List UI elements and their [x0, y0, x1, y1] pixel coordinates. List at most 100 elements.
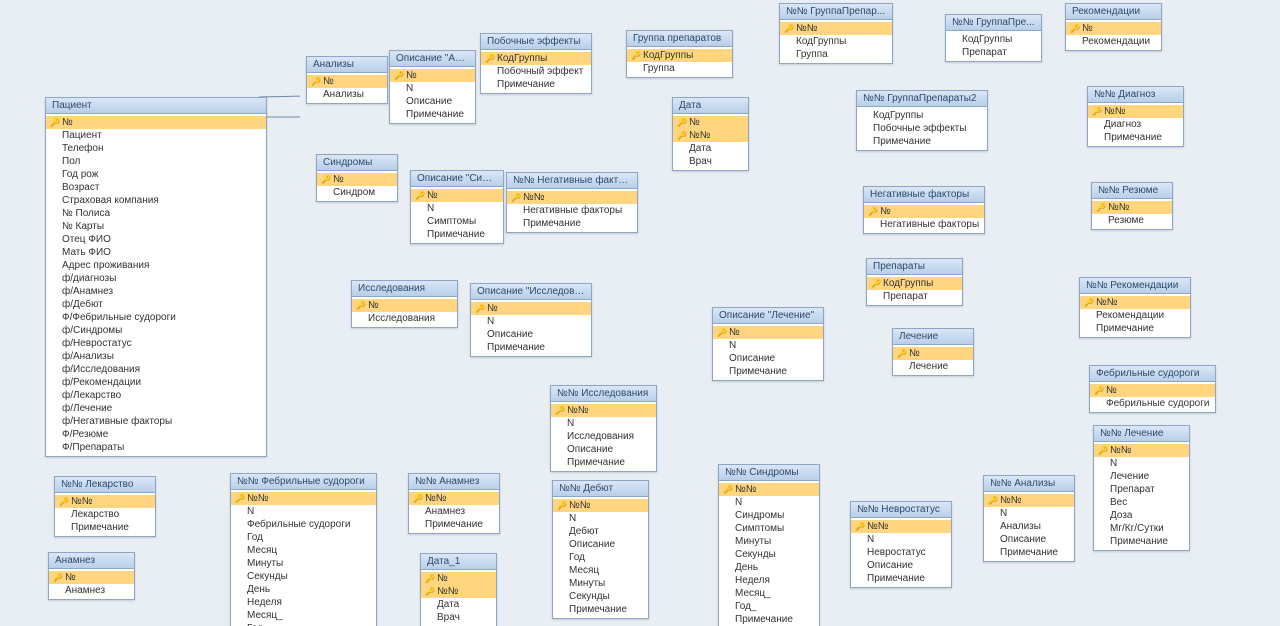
table-field[interactable]: Возраст — [46, 181, 266, 194]
table-field[interactable]: Адрес проживания — [46, 259, 266, 272]
table-desc_treatment[interactable]: Описание "Лечение"🔑№NОписаниеПримечание — [712, 307, 824, 381]
table-header[interactable]: №№ Лекарство — [55, 477, 155, 493]
table-field[interactable]: 🔑КодГруппы — [867, 277, 962, 290]
table-field[interactable]: Год — [553, 551, 648, 564]
table-field[interactable]: День — [719, 561, 819, 574]
table-field[interactable]: Месяц — [553, 564, 648, 577]
table-field[interactable]: Отец ФИО — [46, 233, 266, 246]
table-nn_resume[interactable]: №№ Резюме🔑№№Резюме — [1091, 182, 1173, 230]
table-side_effects[interactable]: Побочные эффекты🔑КодГруппыПобочный эффек… — [480, 33, 592, 94]
table-field[interactable]: 🔑№ — [390, 69, 475, 82]
table-field[interactable]: 🔑№ — [411, 189, 503, 202]
table-field[interactable]: 🔑№№ — [1088, 105, 1183, 118]
table-field[interactable]: Побочные эффекты — [857, 122, 987, 135]
table-field[interactable]: 🔑№№ — [719, 483, 819, 496]
table-treatment[interactable]: Лечение🔑№Лечение — [892, 328, 974, 376]
table-desc_research[interactable]: Описание "Исследова...🔑№NОписаниеПримеча… — [470, 283, 592, 357]
table-field[interactable]: 🔑№№ — [1080, 296, 1190, 309]
table-field[interactable]: 🔑№ — [46, 116, 266, 129]
table-field[interactable]: Ф/Препараты — [46, 441, 266, 454]
table-header[interactable]: №№ ГруппаПрепараты2 — [857, 91, 987, 107]
table-field[interactable]: Анализы — [984, 520, 1074, 533]
table-header[interactable]: Описание "Анал... — [390, 51, 475, 67]
table-field[interactable]: Примечание — [851, 572, 951, 585]
table-field[interactable]: Врач — [421, 611, 496, 624]
table-field[interactable]: Примечание — [471, 341, 591, 354]
table-field[interactable]: ф/Анамнез — [46, 285, 266, 298]
table-nn_recommend[interactable]: №№ Рекомендации🔑№№РекомендацииПримечание — [1079, 277, 1191, 338]
table-header[interactable]: Препараты — [867, 259, 962, 275]
table-field[interactable]: № Полиса — [46, 207, 266, 220]
table-header[interactable]: №№ Анализы — [984, 476, 1074, 492]
table-nn_diagnosis[interactable]: №№ Диагноз🔑№№ДиагнозПримечание — [1087, 86, 1184, 147]
table-header[interactable]: Группа препаратов — [627, 31, 732, 47]
table-field[interactable]: N — [984, 507, 1074, 520]
table-nn_febrile[interactable]: №№ Фебрильные судороги🔑№№NФебрильные суд… — [230, 473, 377, 626]
table-field[interactable]: N — [553, 512, 648, 525]
table-header[interactable]: Описание "Синд... — [411, 171, 503, 187]
table-field[interactable]: 🔑№№ — [780, 22, 892, 35]
table-field[interactable]: День — [231, 583, 376, 596]
table-field[interactable]: Секунды — [719, 548, 819, 561]
table-field[interactable]: Примечание — [1080, 322, 1190, 335]
table-field[interactable]: Пациент — [46, 129, 266, 142]
table-field[interactable]: Анамнез — [409, 505, 499, 518]
table-field[interactable]: Примечание — [984, 546, 1074, 559]
table-field[interactable]: Дебют — [553, 525, 648, 538]
table-field[interactable]: Примечание — [481, 78, 591, 91]
table-analyzes[interactable]: Анализы🔑№Анализы — [306, 56, 388, 104]
table-anamnez[interactable]: Анамнез🔑№Анамнез — [48, 552, 135, 600]
table-header[interactable]: Негативные факторы — [864, 187, 984, 203]
table-field[interactable]: Дата — [421, 598, 496, 611]
table-field[interactable]: 🔑№ — [49, 571, 134, 584]
table-field[interactable]: Мг/Кг/Сутки — [1094, 522, 1189, 535]
table-field[interactable]: Синдром — [317, 186, 397, 199]
table-field[interactable]: Описание — [551, 443, 656, 456]
table-nn_group_pre2[interactable]: №№ ГруппаПре...КодГруппыПрепарат — [945, 14, 1042, 62]
table-field[interactable]: 🔑№ — [471, 302, 591, 315]
table-nn_group_prep2b[interactable]: №№ ГруппаПрепараты2КодГруппыПобочные эфф… — [856, 90, 988, 151]
table-field[interactable]: Описание — [471, 328, 591, 341]
table-field[interactable]: N — [411, 202, 503, 215]
table-field[interactable]: Мать ФИО — [46, 246, 266, 259]
table-field[interactable]: Анамнез — [49, 584, 134, 597]
table-field[interactable]: 🔑№№ — [553, 499, 648, 512]
table-field[interactable]: 🔑№№ — [984, 494, 1074, 507]
table-field[interactable]: 🔑КодГруппы — [481, 52, 591, 65]
table-field[interactable]: Рекомендации — [1080, 309, 1190, 322]
table-field[interactable]: Фебрильные судороги — [231, 518, 376, 531]
table-syndromes[interactable]: Синдромы🔑№Синдром — [316, 154, 398, 202]
table-field[interactable]: 🔑№ — [421, 572, 496, 585]
table-header[interactable]: №№ Резюме — [1092, 183, 1172, 199]
table-field[interactable]: Препарат — [946, 46, 1041, 59]
table-field[interactable]: Лечение — [893, 360, 973, 373]
table-field[interactable]: Препарат — [1094, 483, 1189, 496]
table-field[interactable]: 🔑№ — [864, 205, 984, 218]
table-field[interactable]: Описание — [553, 538, 648, 551]
table-field[interactable]: Примечание — [713, 365, 823, 378]
table-field[interactable]: N — [1094, 457, 1189, 470]
table-preparations[interactable]: Препараты 🔑КодГруппыПрепарат — [866, 258, 963, 306]
table-field[interactable]: Препарат — [867, 290, 962, 303]
table-field[interactable]: N — [551, 417, 656, 430]
table-field[interactable]: Группа — [627, 62, 732, 75]
table-field[interactable]: Примечание — [719, 613, 819, 626]
table-field[interactable]: Месяц_ — [719, 587, 819, 600]
table-research[interactable]: Исследования🔑№Исследования — [351, 280, 458, 328]
table-field[interactable]: Секунды — [553, 590, 648, 603]
table-field[interactable]: Год_ — [231, 622, 376, 626]
table-header[interactable]: Побочные эффекты — [481, 34, 591, 50]
table-field[interactable]: КодГруппы — [946, 33, 1041, 46]
table-field[interactable]: Дата — [673, 142, 748, 155]
table-field[interactable]: Примечание — [409, 518, 499, 531]
table-field[interactable]: Исследования — [352, 312, 457, 325]
table-field[interactable]: Месяц — [231, 544, 376, 557]
table-header[interactable]: №№ Дебют — [553, 481, 648, 497]
table-field[interactable]: Пол — [46, 155, 266, 168]
table-field[interactable]: Телефон — [46, 142, 266, 155]
table-field[interactable]: Рекомендации — [1066, 35, 1161, 48]
table-field[interactable]: 🔑№ — [1066, 22, 1161, 35]
table-field[interactable]: 🔑№№ — [1092, 201, 1172, 214]
table-field[interactable]: ф/Рекомендации — [46, 376, 266, 389]
table-field[interactable]: Описание — [851, 559, 951, 572]
